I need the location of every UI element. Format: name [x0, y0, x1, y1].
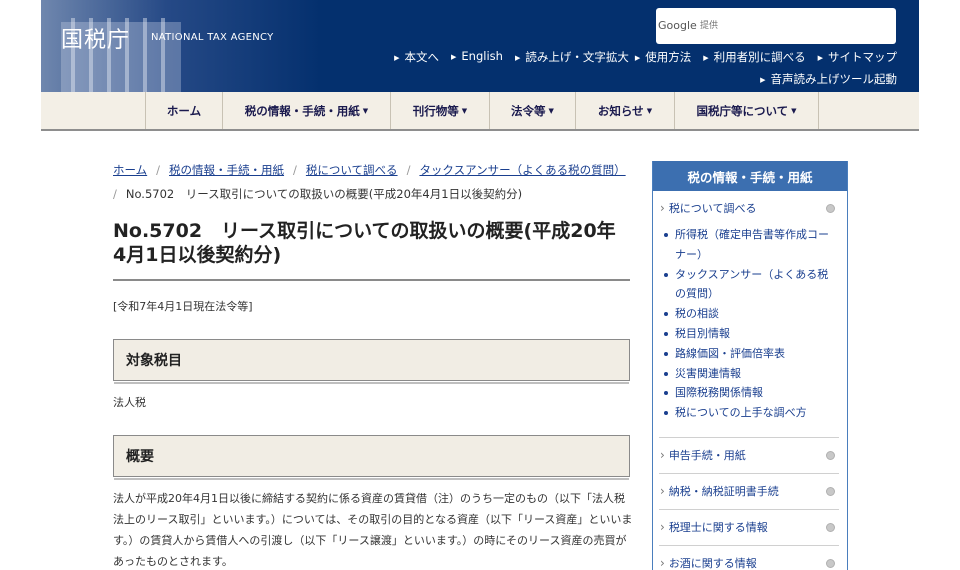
circle-icon — [826, 522, 835, 532]
circle-icon — [826, 450, 835, 460]
chevron-down-icon: ▼ — [548, 106, 554, 115]
gnav-tax-info[interactable]: 税の情報・手続・用紙 ▼ — [222, 92, 390, 129]
util-link-howto[interactable]: 使用方法 — [635, 49, 691, 65]
sidebar-category-liquor[interactable]: お酒に関する情報 — [653, 546, 847, 570]
section-heading-overview: 概要 — [113, 435, 630, 480]
util-link-readaloud[interactable]: 読み上げ・文字拡大 — [515, 49, 629, 65]
breadcrumb-research[interactable]: 税について調べる — [306, 163, 398, 177]
sidebar-sublist: 所得税（確定申告書等作成コーナー） タックスアンサー（よくある税の質問） 税の相… — [653, 225, 847, 423]
sidebar-sub-how-to-search[interactable]: 税についての上手な調べ方 — [663, 403, 833, 423]
gnav-publications[interactable]: 刊行物等 ▼ — [390, 92, 489, 129]
gnav-laws[interactable]: 法令等 ▼ — [489, 92, 575, 129]
util-link-sitemap[interactable]: サイトマップ — [818, 49, 897, 65]
page-title: No.5702 リース取引についての取扱いの概要(平成20年4月1日以後契約分) — [113, 220, 616, 266]
google-logo: Google — [658, 19, 697, 32]
sidebar-category-filing[interactable]: 申告手続・用紙 — [653, 438, 847, 473]
breadcrumb-tax-info[interactable]: 税の情報・手続・用紙 — [169, 163, 284, 177]
breadcrumb: ホーム / 税の情報・手続・用紙 / 税について調べる / タックスアンサー（よくある税の質… — [113, 163, 626, 201]
sidebar-heading: 税の情報・手続・用紙 — [653, 161, 847, 191]
sidebar-sub-disaster[interactable]: 災害関連情報 — [663, 364, 833, 384]
global-nav: ホーム 税の情報・手続・用紙 ▼ 刊行物等 ▼ 法令等 ▼ お知らせ ▼ 国税庁等につい… — [41, 92, 919, 131]
sidebar-sub-taxanswer[interactable]: タックスアンサー（よくある税の質問） — [663, 265, 833, 305]
sidebar-sub-consultation[interactable]: 税の相談 — [663, 304, 833, 324]
sidebar: 税の情報・手続・用紙 税について調べる 所得税（確定申告書等作成コーナー） タッ… — [652, 161, 848, 570]
circle-icon — [826, 558, 835, 568]
util-link-voice-tool[interactable]: 音声読み上げツール起動 — [760, 71, 898, 87]
section-text-target-tax: 法人税 — [113, 396, 146, 409]
utility-nav-2: 音声読み上げツール起動 — [760, 71, 898, 87]
sidebar-sub-international[interactable]: 国際税務関係情報 — [663, 383, 833, 403]
utility-nav: 本文へ English 読み上げ・文字拡大 使用方法 利用者別に調べる サイトマ… — [394, 49, 897, 65]
sidebar-category-tax-accountant[interactable]: 税理士に関する情報 — [653, 510, 847, 545]
section-heading-target-tax: 対象税目 — [113, 339, 630, 384]
site-subtitle: NATIONAL TAX AGENCY — [151, 32, 274, 43]
search-box: Google — [656, 8, 896, 44]
breadcrumb-home[interactable]: ホーム — [113, 163, 147, 177]
search-input[interactable] — [700, 16, 890, 36]
util-link-main[interactable]: 本文へ — [394, 49, 440, 65]
sidebar-sub-rosenka[interactable]: 路線価図・評価倍率表 — [663, 344, 833, 364]
site-header: 国税庁 NATIONAL TAX AGENCY Google 本文へ Engli… — [41, 0, 919, 92]
circle-icon — [826, 203, 835, 213]
gnav-news[interactable]: お知らせ ▼ — [575, 92, 674, 129]
util-link-english[interactable]: English — [451, 49, 503, 65]
chevron-down-icon: ▼ — [362, 106, 369, 115]
date-note: [令和7年4月1日現在法令等] — [113, 300, 253, 313]
sidebar-sub-income-tax[interactable]: 所得税（確定申告書等作成コーナー） — [663, 225, 833, 265]
title-divider — [113, 279, 630, 281]
gnav-home[interactable]: ホーム — [145, 92, 222, 129]
section-text-overview: 法人が平成20年4月1日以後に締結する契約に係る資産の賃貸借（注）のうち一定のも… — [113, 492, 633, 568]
gnav-about[interactable]: 国税庁等について ▼ — [674, 92, 819, 129]
circle-icon — [826, 486, 835, 496]
util-link-by-user[interactable]: 利用者別に調べる — [703, 49, 806, 65]
sidebar-category-payment[interactable]: 納税・納税証明書手続 — [653, 474, 847, 509]
site-logo[interactable]: 国税庁 — [61, 22, 130, 54]
sidebar-sub-by-tax[interactable]: 税目別情報 — [663, 324, 833, 344]
breadcrumb-current: No.5702 リース取引についての取扱いの概要(平成20年4月1日以後契約分) — [125, 187, 523, 201]
chevron-down-icon: ▼ — [461, 106, 468, 115]
breadcrumb-taxanswer[interactable]: タックスアンサー（よくある税の質問） — [419, 163, 625, 177]
chevron-down-icon: ▼ — [791, 106, 797, 115]
chevron-down-icon: ▼ — [646, 106, 653, 115]
sidebar-category-research[interactable]: 税について調べる — [653, 191, 847, 225]
